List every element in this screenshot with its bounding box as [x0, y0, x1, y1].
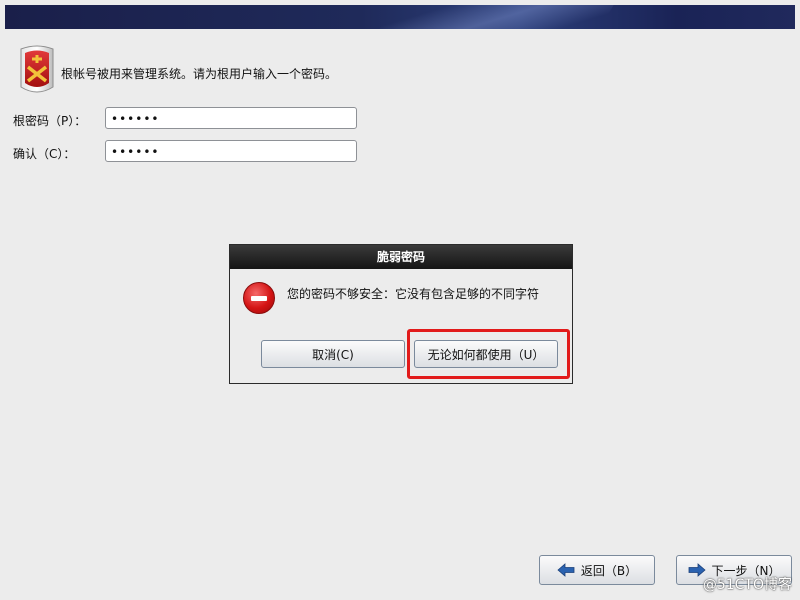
root-password-label: 根密码（P）： [13, 114, 87, 128]
root-password-field[interactable]: •••••• [105, 107, 357, 129]
back-button-label: 返回（B） [580, 563, 638, 578]
error-icon [243, 282, 275, 314]
confirm-password-label: 确认（C）： [13, 147, 76, 161]
dialog-message: 您的密码不够安全：它没有包含足够的不同字符 [287, 287, 540, 301]
arrow-left-icon [557, 563, 575, 577]
confirm-password-field[interactable]: •••••• [105, 140, 357, 162]
dialog-title: 脆弱密码 [230, 245, 572, 269]
watermark: @51CTO博客 [702, 577, 792, 593]
cancel-button[interactable]: 取消(C) [261, 340, 405, 368]
root-shield-icon [20, 45, 54, 93]
highlight-annotation [407, 329, 570, 379]
back-button[interactable]: 返回（B） [539, 555, 655, 585]
installer-banner [5, 5, 795, 29]
header-icon-container [19, 45, 55, 95]
root-description: 根帐号被用来管理系统。请为根用户输入一个密码。 [61, 67, 338, 81]
